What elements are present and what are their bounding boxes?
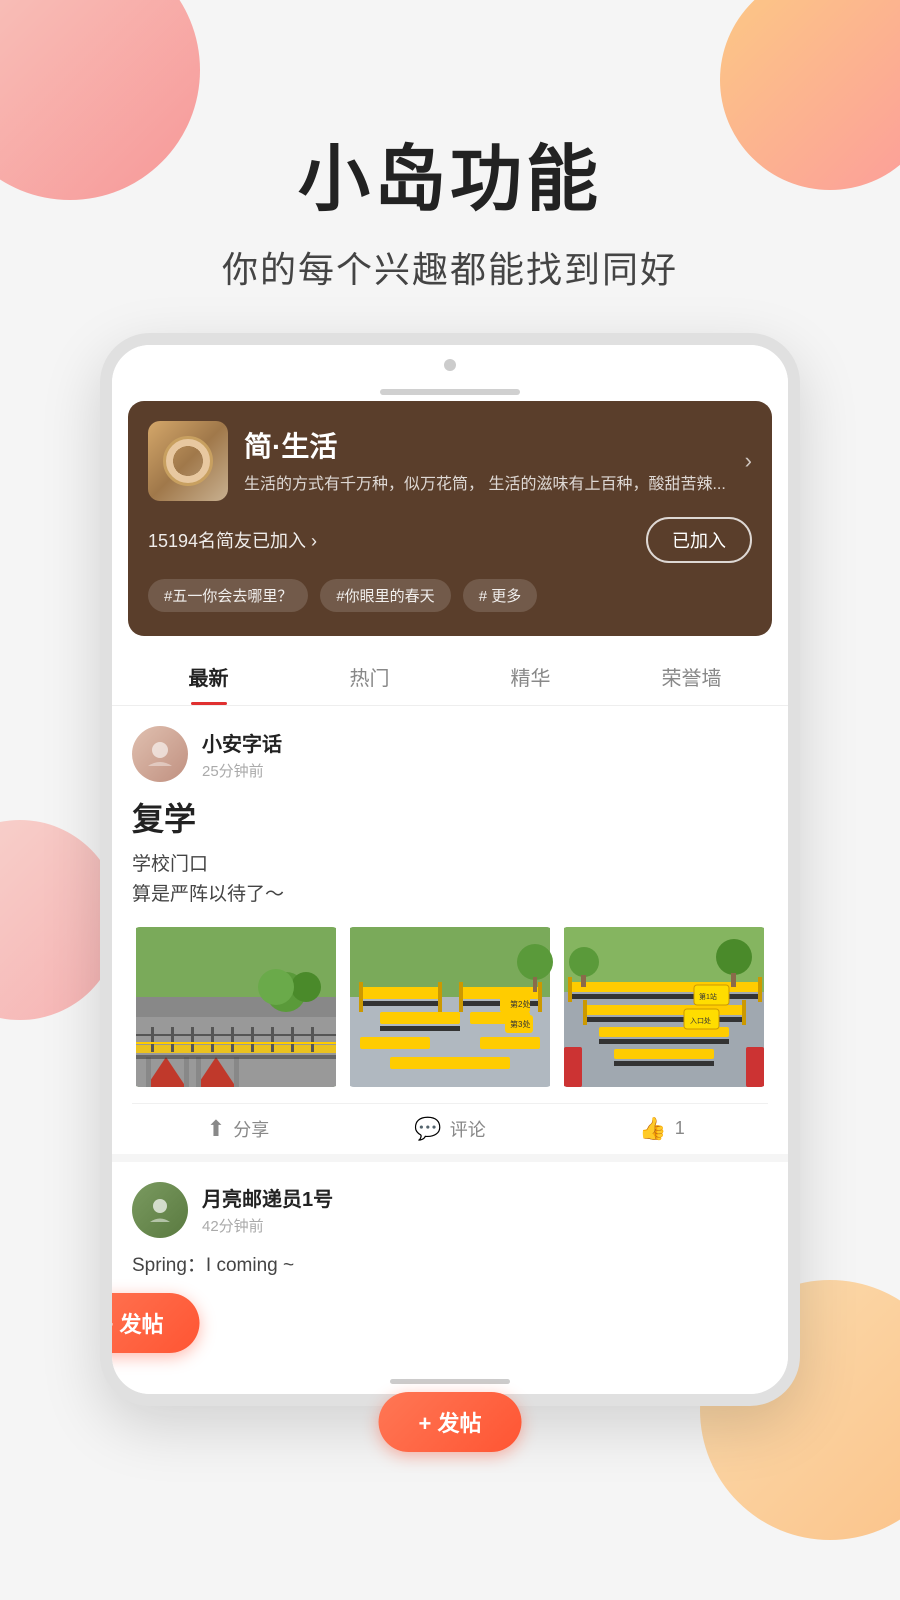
svg-text:入口处: 入口处 [690, 1016, 711, 1025]
post1-image-2: 第2处 第3处 [346, 927, 554, 1087]
tab-honor[interactable]: 荣誉墙 [611, 644, 772, 705]
home-indicator [390, 1379, 510, 1384]
phone-notch-bar-container [112, 389, 788, 401]
post2-author-info: 月亮邮递员1号 42分钟前 [202, 1183, 333, 1236]
comment-label: 评论 [450, 1116, 486, 1142]
island-description: 生活的方式有千万种，似万花筒， 生活的滋味有上百种，酸甜苦辣... [244, 473, 737, 497]
share-label: 分享 [233, 1116, 269, 1142]
post2-body: Spring：I coming ~ [132, 1250, 768, 1277]
island-members-count[interactable]: 15194名简友已加入 › [148, 527, 317, 553]
post1-author-row: 小安字话 25分钟前 [132, 726, 768, 782]
phone-notch-bar [380, 389, 520, 395]
post1-actions: ⬆ 分享 💬 评论 👍 1 [132, 1103, 768, 1154]
post-card-1: 小安字话 25分钟前 复学 学校门口 算是严阵以待了～ [112, 706, 788, 1154]
like-button[interactable]: 👍 1 [556, 1116, 768, 1142]
header-area: 小岛功能 你的每个兴趣都能找到同好 [0, 0, 900, 333]
post2-author-name: 月亮邮递员1号 [202, 1183, 333, 1212]
post-fab-button[interactable]: + 发帖 [100, 1293, 199, 1353]
island-tag-1[interactable]: #五一你会去哪里？ [148, 579, 308, 612]
tabs-row: 最新 热门 精华 荣誉墙 [112, 644, 788, 706]
post1-author-name: 小安字话 [202, 728, 282, 757]
phone-mockup: 简·生活 生活的方式有千万种，似万花筒， 生活的滋味有上百种，酸甜苦辣... ›… [100, 333, 800, 1406]
post1-body: 学校门口 算是严阵以待了～ [132, 850, 768, 911]
island-name: 简·生活 [244, 425, 737, 465]
island-join-button[interactable]: 已加入 [646, 517, 752, 563]
donut-decoration [163, 436, 213, 486]
island-avatar [148, 421, 228, 501]
post-card-2: 月亮邮递员1号 42分钟前 Spring：I coming ~ + 发帖 [112, 1162, 788, 1369]
island-stats-row: 15194名简友已加入 › 已加入 [148, 517, 752, 563]
svg-text:第1站: 第1站 [699, 992, 717, 1001]
share-icon: ⬆ [207, 1116, 225, 1142]
fab-button-overlay[interactable]: + 发帖 [379, 1392, 522, 1452]
post2-time: 42分钟前 [202, 1215, 333, 1236]
phone-notch [112, 345, 788, 389]
island-tags: #五一你会去哪里？ #你眼里的春天 # 更多 [148, 579, 752, 612]
main-title: 小岛功能 [0, 120, 900, 225]
post1-time: 25分钟前 [202, 760, 282, 781]
post1-author-info: 小安字话 25分钟前 [202, 728, 282, 781]
comment-icon: 💬 [414, 1116, 441, 1142]
post2-author-row: 月亮邮递员1号 42分钟前 [132, 1182, 768, 1238]
tab-essence[interactable]: 精华 [450, 644, 611, 705]
sub-title: 你的每个兴趣都能找到同好 [0, 241, 900, 293]
svg-text:第3处: 第3处 [510, 1019, 530, 1029]
tab-hot[interactable]: 热门 [289, 644, 450, 705]
island-card: 简·生活 生活的方式有千万种，似万花筒， 生活的滋味有上百种，酸甜苦辣... ›… [128, 401, 772, 636]
post1-image-1 [132, 927, 340, 1087]
tab-latest[interactable]: 最新 [128, 644, 289, 705]
post1-body-line1: 学校门口 [132, 854, 208, 875]
island-tag-3[interactable]: # 更多 [463, 579, 538, 612]
post2-author-avatar [132, 1182, 188, 1238]
island-info: 简·生活 生活的方式有千万种，似万花筒， 生活的滋味有上百种，酸甜苦辣... [244, 425, 737, 497]
island-chevron-icon[interactable]: › [745, 448, 752, 474]
post1-image-3: 第1站 入口处 [560, 927, 768, 1087]
post2-avatar-image [132, 1182, 188, 1238]
share-button[interactable]: ⬆ 分享 [132, 1116, 344, 1142]
phone-bottom-bar [112, 1369, 788, 1394]
post1-avatar-image [132, 726, 188, 782]
island-avatar-image [148, 421, 228, 501]
fab-overlay-container: + 发帖 [379, 1392, 522, 1452]
post1-author-avatar [132, 726, 188, 782]
phone-camera [444, 359, 456, 371]
like-icon: 👍 [639, 1116, 666, 1142]
island-tag-2[interactable]: #你眼里的春天 [320, 579, 450, 612]
comment-button[interactable]: 💬 评论 [344, 1116, 556, 1142]
post1-title: 复学 [132, 794, 768, 840]
post1-images: 第2处 第3处 [132, 927, 768, 1087]
post-divider [112, 1154, 788, 1162]
post1-body-line2: 算是严阵以待了～ [132, 884, 284, 905]
svg-text:第2处: 第2处 [510, 999, 530, 1009]
like-count: 1 [675, 1118, 685, 1139]
island-header: 简·生活 生活的方式有千万种，似万花筒， 生活的滋味有上百种，酸甜苦辣... › [148, 421, 752, 501]
